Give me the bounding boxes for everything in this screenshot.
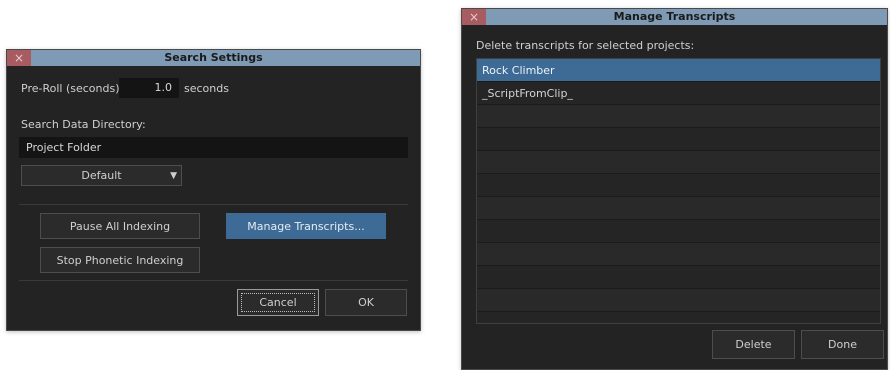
transcript-list[interactable]: Rock Climber _ScriptFromClip_ bbox=[476, 58, 881, 324]
list-item[interactable] bbox=[477, 174, 880, 197]
list-item[interactable]: _ScriptFromClip_ bbox=[477, 82, 880, 105]
list-item[interactable]: Rock Climber bbox=[477, 59, 880, 82]
search-settings-titlebar[interactable]: Search Settings bbox=[7, 50, 420, 66]
list-item[interactable] bbox=[477, 105, 880, 128]
stop-phonetic-indexing-button[interactable]: Stop Phonetic Indexing bbox=[40, 247, 200, 273]
cancel-button[interactable]: Cancel bbox=[237, 289, 319, 316]
dropdown-value: Default bbox=[81, 169, 122, 182]
directory-dropdown[interactable]: Default ▼ bbox=[21, 165, 182, 186]
delete-label: Delete bbox=[735, 338, 772, 351]
close-icon[interactable]: × bbox=[7, 50, 31, 66]
list-item[interactable] bbox=[477, 128, 880, 151]
close-icon[interactable]: × bbox=[462, 9, 486, 25]
pause-all-indexing-label: Pause All Indexing bbox=[69, 219, 171, 233]
search-settings-dialog: Search Settings × Pre-Roll (seconds): 1.… bbox=[6, 49, 421, 331]
manage-transcripts-dialog: Manage Transcripts × Delete transcripts … bbox=[461, 8, 888, 370]
pause-all-indexing-button[interactable]: Pause All Indexing bbox=[40, 213, 200, 239]
done-label: Done bbox=[828, 338, 857, 351]
search-settings-title: Search Settings bbox=[164, 51, 263, 64]
preroll-unit-label: seconds bbox=[184, 82, 229, 95]
manage-transcripts-button[interactable]: Manage Transcripts... bbox=[226, 213, 386, 239]
section-divider-top bbox=[19, 204, 408, 205]
ok-button[interactable]: OK bbox=[325, 289, 407, 316]
cancel-label: Cancel bbox=[259, 296, 297, 309]
list-item[interactable] bbox=[477, 197, 880, 220]
search-data-directory-label: Search Data Directory: bbox=[21, 118, 146, 131]
preroll-input[interactable]: 1.0 bbox=[119, 78, 179, 98]
list-item[interactable] bbox=[477, 151, 880, 174]
chevron-down-icon: ▼ bbox=[170, 171, 177, 181]
list-item[interactable] bbox=[477, 289, 880, 312]
preroll-label: Pre-Roll (seconds): bbox=[21, 82, 124, 95]
delete-button[interactable]: Delete bbox=[712, 330, 795, 359]
list-item[interactable] bbox=[477, 220, 880, 243]
ok-label: OK bbox=[358, 296, 374, 309]
done-button[interactable]: Done bbox=[801, 330, 884, 359]
list-item[interactable] bbox=[477, 266, 880, 289]
manage-transcripts-label: Manage Transcripts... bbox=[247, 219, 365, 233]
manage-transcripts-titlebar[interactable]: Manage Transcripts bbox=[462, 9, 887, 25]
list-item[interactable] bbox=[477, 312, 880, 323]
stop-phonetic-indexing-label: Stop Phonetic Indexing bbox=[56, 253, 184, 267]
directory-value: Project Folder bbox=[26, 141, 102, 154]
directory-field[interactable]: Project Folder bbox=[19, 137, 408, 158]
manage-transcripts-title: Manage Transcripts bbox=[613, 10, 736, 23]
preroll-value: 1.0 bbox=[154, 81, 173, 94]
section-divider-bottom bbox=[19, 280, 408, 281]
delete-instruction-label: Delete transcripts for selected projects… bbox=[476, 39, 695, 52]
list-item[interactable] bbox=[477, 243, 880, 266]
